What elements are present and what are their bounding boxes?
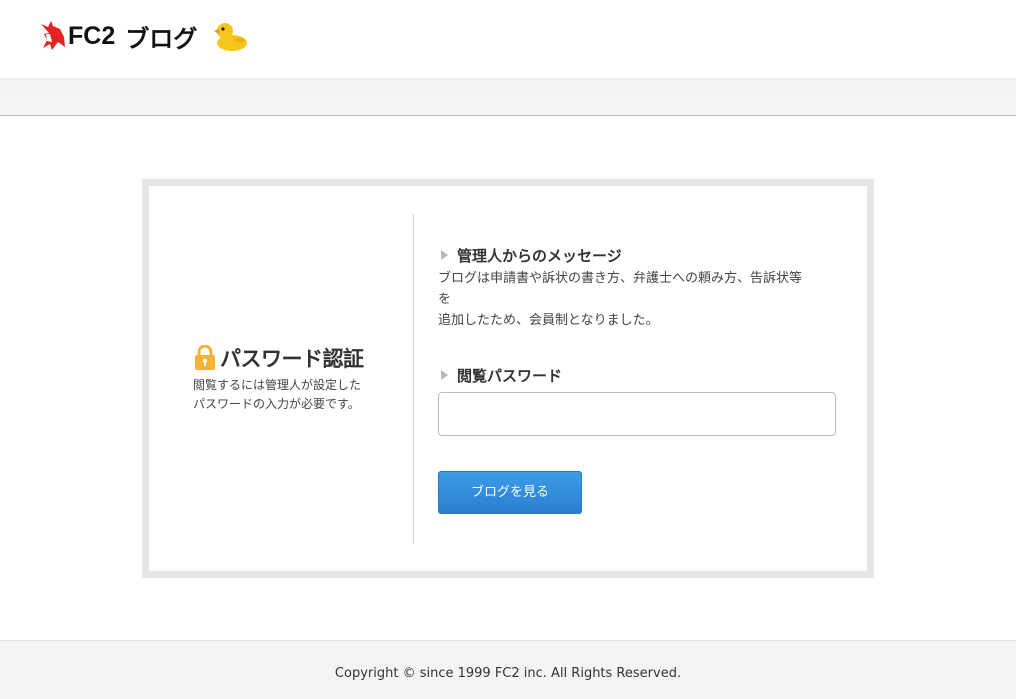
view-blog-button[interactable]: ブログを見る — [438, 471, 582, 514]
password-label-row: 閲覧パスワード — [438, 364, 838, 386]
footer: Copyright © since 1999 FC2 inc. All Righ… — [0, 640, 1016, 699]
fc2-unicorn-icon — [41, 21, 65, 50]
logo-brand: FC2 — [68, 21, 116, 50]
password-input[interactable] — [438, 392, 836, 436]
message-label: 管理人からのメッセージ — [457, 246, 622, 265]
message-label-row: 管理人からのメッセージ — [438, 244, 838, 266]
auth-card-frame: パスワード認証 閲覧するには管理人が設定した パスワードの入力が必要です。 管理… — [142, 179, 874, 578]
admin-message-line1: ブログは申請書や訴状の書き方、弁護士への頼み方、告訴状等 — [438, 271, 803, 286]
auth-info: パスワード認証 閲覧するには管理人が設定した パスワードの入力が必要です。 — [193, 344, 403, 414]
header: FC2 ブログ — [0, 0, 1016, 78]
auth-title-row: パスワード認証 — [193, 344, 403, 372]
triangle-bullet-icon — [441, 370, 448, 380]
auth-card: パスワード認証 閲覧するには管理人が設定した パスワードの入力が必要です。 管理… — [149, 186, 867, 571]
logo-product: ブログ — [125, 24, 198, 53]
auth-description: 閲覧するには管理人が設定した パスワードの入力が必要です。 — [193, 376, 403, 414]
auth-form: 管理人からのメッセージ ブログは申請書や訴状の書き方、弁護士への頼み方、告訴状等… — [438, 244, 838, 514]
header-subbar — [0, 78, 1016, 116]
admin-message-line2: を — [438, 292, 452, 307]
auth-description-line1: 閲覧するには管理人が設定した — [193, 378, 362, 392]
admin-message-line3: 追加したため、会員制となりました。 — [438, 313, 659, 328]
vertical-divider — [413, 214, 414, 544]
copyright-text: Copyright © since 1999 FC2 inc. All Righ… — [334, 666, 682, 681]
fc2-blog-logo[interactable]: FC2 ブログ — [38, 18, 249, 54]
triangle-bullet-icon — [441, 250, 448, 260]
lock-icon — [195, 345, 215, 370]
auth-title: パスワード認証 — [220, 347, 364, 371]
duck-icon — [214, 23, 248, 51]
admin-message: ブログは申請書や訴状の書き方、弁護士への頼み方、告訴状等 を 追加したため、会員… — [438, 268, 832, 331]
password-label: 閲覧パスワード — [457, 366, 563, 385]
auth-description-line2: パスワードの入力が必要です。 — [193, 397, 360, 411]
